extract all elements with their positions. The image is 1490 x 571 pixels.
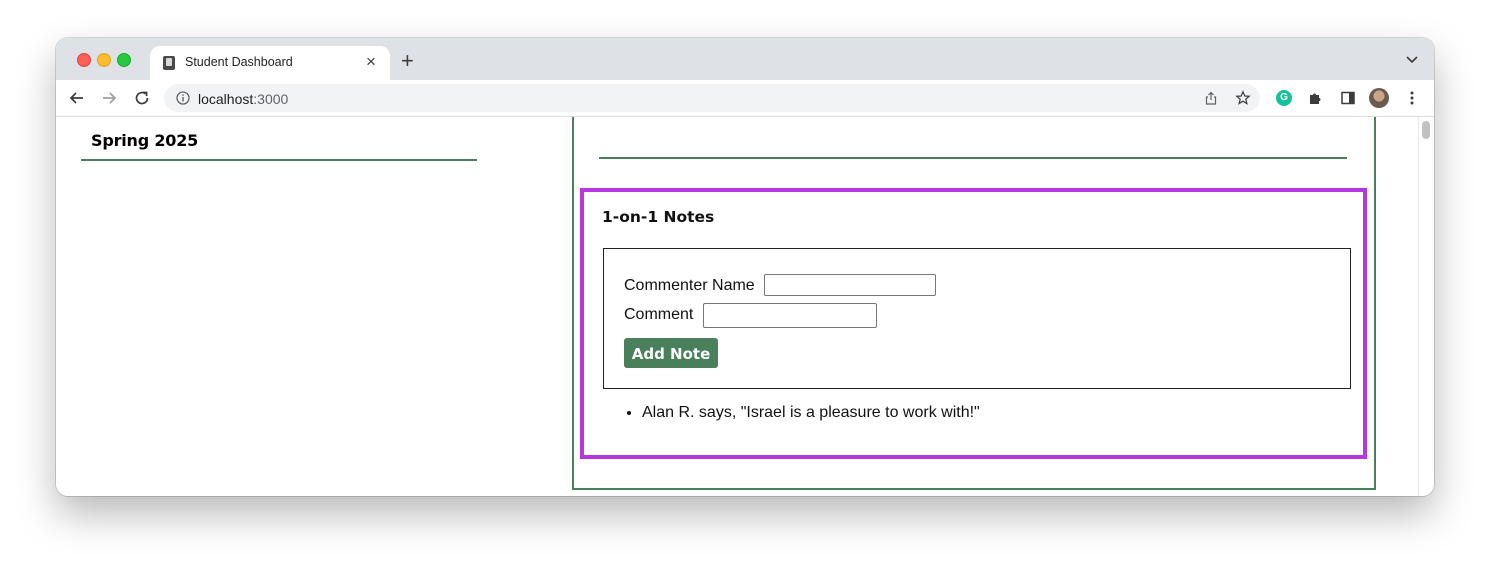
browser-tab-active[interactable]: Student Dashboard × xyxy=(150,46,390,80)
back-arrow-icon[interactable] xyxy=(68,89,86,107)
profile-avatar[interactable] xyxy=(1369,88,1389,108)
comment-label: Comment xyxy=(624,306,694,323)
semester-divider xyxy=(81,159,477,161)
browser-window: Student Dashboard × + localhost:3000 G S… xyxy=(56,38,1434,496)
commenter-name-label: Commenter Name xyxy=(624,277,755,294)
tab-strip: Student Dashboard × + xyxy=(56,38,1434,80)
extensions-puzzle-icon[interactable] xyxy=(1308,90,1324,106)
url-text: localhost:3000 xyxy=(198,91,289,107)
reload-icon[interactable] xyxy=(133,89,151,107)
forward-arrow-icon[interactable] xyxy=(100,89,118,107)
side-panel-icon[interactable] xyxy=(1340,90,1356,106)
page-content: Spring 2025 1-on-1 Notes Commenter Name … xyxy=(56,117,1434,496)
browser-toolbar: localhost:3000 G xyxy=(56,80,1434,117)
notes-list: Alan R. says, "Israel is a pleasure to w… xyxy=(622,404,980,422)
tab-title: Student Dashboard xyxy=(185,55,293,69)
list-item: Alan R. says, "Israel is a pleasure to w… xyxy=(642,404,980,422)
right-panel-divider xyxy=(599,157,1347,159)
semester-title: Spring 2025 xyxy=(91,131,199,150)
info-icon[interactable] xyxy=(176,91,190,105)
address-bar[interactable]: localhost:3000 xyxy=(164,84,1260,112)
bookmark-star-icon[interactable] xyxy=(1235,90,1251,106)
add-note-form: Commenter Name Comment Add Note xyxy=(603,248,1351,389)
grammarly-extension-icon[interactable]: G xyxy=(1276,90,1292,106)
scrollbar-thumb[interactable] xyxy=(1422,121,1430,139)
minimize-window-button[interactable] xyxy=(97,53,111,67)
notes-heading: 1-on-1 Notes xyxy=(602,208,715,226)
commenter-name-input[interactable] xyxy=(764,274,936,296)
maximize-window-button[interactable] xyxy=(117,53,131,67)
share-icon[interactable] xyxy=(1204,91,1218,105)
close-window-button[interactable] xyxy=(77,53,91,67)
scrollbar-track[interactable] xyxy=(1418,117,1434,496)
notes-section: 1-on-1 Notes Commenter Name Comment Add … xyxy=(580,188,1367,459)
comment-input[interactable] xyxy=(703,303,877,328)
close-tab-icon[interactable]: × xyxy=(366,52,376,72)
add-note-button[interactable]: Add Note xyxy=(624,338,718,368)
notebook-icon xyxy=(163,56,175,70)
more-menu-icon[interactable] xyxy=(1404,90,1420,106)
new-tab-icon[interactable]: + xyxy=(401,49,414,73)
chevron-down-icon[interactable] xyxy=(1404,51,1420,67)
